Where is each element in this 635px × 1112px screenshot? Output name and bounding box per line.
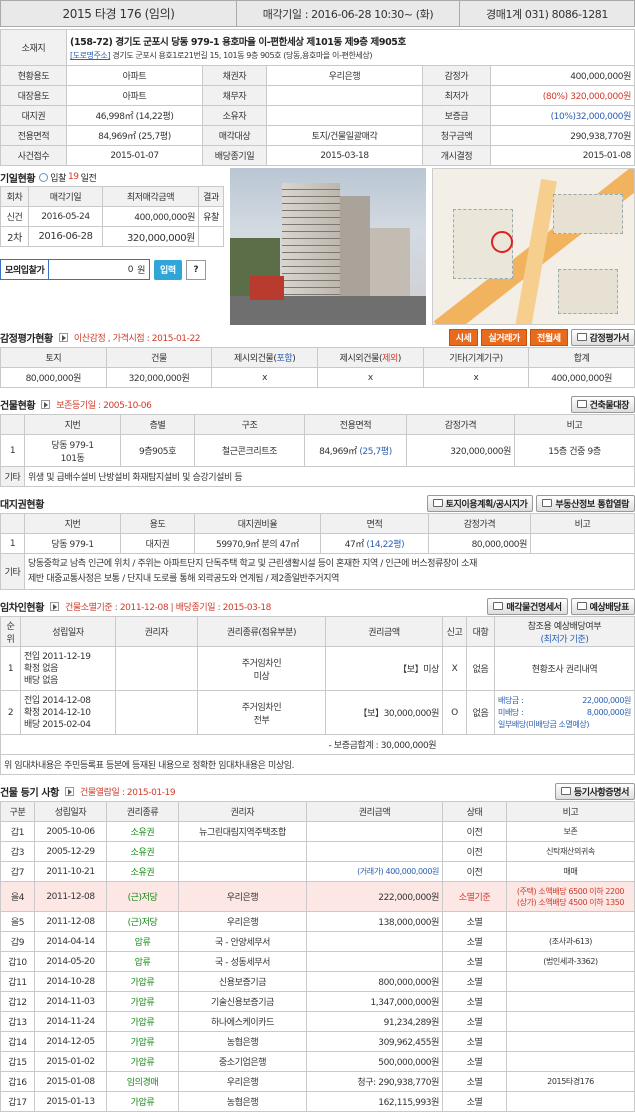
table-row: 갑9 2014-04-14 압류 국 - 안양세무서 소멸 (조사과-613) <box>0 931 635 952</box>
col-round: 회차 <box>0 186 29 207</box>
table-row: 을4 2011-12-08 (근)저당 우리은행 222,000,000원 소멸기준 (주택… <box>0 881 635 912</box>
tenant-title: 임차인현황 <box>0 602 45 614</box>
table-row: 갑12 2014-11-03 가압류 기술신용보증기금 1,347,000,000원 소멸 <box>0 991 635 1012</box>
registry-note: 건물열람일 : 2015-01-19 <box>79 787 176 798</box>
appraisal-report-button[interactable]: 감정평가서 <box>570 328 635 346</box>
col-min-price: 최저매각금액 <box>102 186 199 207</box>
sale-spec-button[interactable]: 매각물건명세서 <box>487 597 568 615</box>
triangle-icon <box>50 601 60 611</box>
document-icon <box>576 400 587 408</box>
auction-title: 기일현황 <box>0 173 36 185</box>
registry-header: 건물 등기 사항 건물열람일 : 2015-01-19 등기사항증명서 <box>0 781 635 801</box>
bid-suffix: 일전 <box>80 173 97 184</box>
document-icon <box>432 499 443 507</box>
document-icon <box>576 602 587 610</box>
appraisal-note: 이산감정 , 가격시점 : 2015-01-22 <box>73 333 201 344</box>
case-number: 2015 타경 176 (임의) <box>0 0 237 27</box>
sale-date: 매각기일 : 2016-06-28 10:30~ (화) <box>236 0 460 27</box>
table-row: 갑3 2005-12-29 소유권 이전 신탁재산의귀속 <box>0 841 635 862</box>
tenant-table: 순위 성립일자 권리자 권리종류(점유부분) 권리금액 신고 대항 참조용 예상배당여부 (최저… <box>0 616 635 775</box>
registry-title: 건물 등기 사항 <box>0 787 59 799</box>
building-note: 보존등기일 : 2005-10-06 <box>56 400 152 411</box>
mock-bid-unit: 원 <box>137 266 145 276</box>
table-row: 갑17 2015-01-13 가압류 농협은행 162,115,993원 소멸 <box>0 1091 635 1112</box>
mock-bid-input[interactable]: 0 <box>49 265 137 275</box>
map-marker-icon <box>491 231 513 253</box>
info-row: 사건접수 2015-01-07 배당종기일 2015-03-18 개시결정 2015-01… <box>0 145 635 166</box>
document-icon <box>576 333 587 341</box>
table-row: 신건 2016-05-24 400,000,000원 유찰 <box>0 206 224 227</box>
table-row: 1 당동 979-1 101동 9층905호 철근콘크리트조 84,969㎡ (2… <box>0 434 635 467</box>
table-row: 갑13 2014-11-24 가압류 하나에스케이카드 91,234,289원 소멸 <box>0 1011 635 1032</box>
court-dept: 경매1계 031) 8086-1281 <box>459 0 635 27</box>
real-trade-button[interactable]: 실거래가 <box>481 328 527 346</box>
triangle-icon <box>41 399 51 409</box>
document-icon <box>560 787 571 795</box>
location-map[interactable] <box>432 168 635 325</box>
triangle-icon <box>64 786 74 796</box>
tenant-footer: 위 임대차내용은 주민등록표 등본에 등재된 내용으로 정확한 임대차내용은 미… <box>0 754 635 775</box>
market-price-button[interactable]: 시세 <box>448 328 479 346</box>
table-row: 1 전입 2011-12-19 확정 없음 배당 없음 주거임차인 미상 【보】미상 … <box>0 646 635 691</box>
info-row: 대지권 46,998㎡ (14,22평) 소유자 보증금 (10%)32,000,000… <box>0 105 635 126</box>
document-icon <box>493 602 504 610</box>
info-row: 대장용도 아파트 채무자 최저가 (80%) 320,000,000원 <box>0 85 635 106</box>
tenant-note: 건물소멸기준 : 2011-12-08 | 배당종기일 : 2015-03-18 <box>65 602 271 613</box>
building-photo[interactable] <box>230 168 426 325</box>
road-address: 경기도 군포시 용호1로21번길 15, 101동 9층 905호 (당동,용호… <box>112 51 373 60</box>
property-info-table: 소재지 (158-72) 경기도 군포시 당동 979-1 용호마을 이-편한세… <box>0 29 635 166</box>
land-table: 지번 용도 대지권비율 면적 감정가격 비고 1 당동 979-1 대지권 59970,9㎡ 분… <box>0 513 635 590</box>
appraisal-title: 감정평가현황 <box>0 333 53 345</box>
help-button[interactable]: ? <box>185 259 206 280</box>
address-main: (158-72) 경기도 군포시 당동 979-1 용호마을 이-편한세상 제1… <box>70 37 406 48</box>
table-row: 갑1 2005-10-06 소유권 뉴그린대림지역주택조합 이전 보존 <box>0 821 635 842</box>
table-row: 2 전입 2014-12-08 확정 2014-12-10 배당 2015-02-0… <box>0 690 635 735</box>
appraisal-table: 토지 건물 제시외건물(포함) 제시외건물(제외) 기타(기계기구) 합계 80,0… <box>0 347 635 388</box>
info-row: 전용면적 84,969㎡ (25,7평) 매각대상 토지/건물일괄매각 청구금액 290,… <box>0 125 635 146</box>
table-row: 갑16 2015-01-08 임의경매 우리은행 청구: 290,938,770원 소멸 2… <box>0 1071 635 1092</box>
table-row: 80,000,000원 320,000,000원 x x x 400,000,000원 <box>0 367 635 388</box>
building-register-button[interactable]: 건축물대장 <box>570 395 635 413</box>
mock-bid-submit-button[interactable]: 입력 <box>154 259 182 280</box>
land-use-plan-button[interactable]: 토지이용계획/공시지가 <box>426 494 534 512</box>
auction-rounds-table: 회차 매각기일 최저매각금액 결과 신건 2016-05-24 400,000,000원 유… <box>0 186 224 247</box>
land-title: 대지권현황 <box>0 499 45 511</box>
triangle-icon <box>58 332 68 342</box>
col-result: 결과 <box>198 186 224 207</box>
appraisal-header: 감정평가현황 이산감정 , 가격시점 : 2015-01-22 시세 실거래가 전월세… <box>0 327 635 347</box>
road-address-link[interactable]: [도로명주소] <box>70 51 111 60</box>
rent-button[interactable]: 전월세 <box>529 328 568 346</box>
document-icon <box>542 499 553 507</box>
registry-table: 구분 성립일자 권리종류 권리자 권리금액 상태 비고 갑1 2005-10-06 소유권 뉴그린… <box>0 801 635 1112</box>
auction-section: 기일현황 입찰 19 일전 회차 매각기일 최저매각금액 결과 신건 2016-05-24 4… <box>0 168 635 325</box>
table-row: 1 당동 979-1 대지권 59970,9㎡ 분의 47㎡ 47㎡ (14,22평) 8… <box>0 533 635 554</box>
table-row: 갑11 2014-10-28 가압류 신용보증기금 800,000,000원 소멸 <box>0 971 635 992</box>
bid-days: 19 <box>67 172 79 182</box>
case-header: 2015 타경 176 (임의) 매각기일 : 2016-06-28 10:30… <box>0 0 635 27</box>
building-title: 건물현황 <box>0 400 36 412</box>
clock-icon <box>39 172 49 182</box>
mock-bid-label: 모의입찰가 <box>1 260 50 279</box>
col-date: 매각기일 <box>28 186 103 207</box>
table-row: 갑14 2014-12-05 가압류 농협은행 309,962,455원 소멸 <box>0 1031 635 1052</box>
building-header: 건물현황 보존등기일 : 2005-10-06 건축물대장 <box>0 394 635 414</box>
table-row: 을5 2011-12-08 (근)저당 우리은행 138,000,000원 소멸 <box>0 911 635 932</box>
tenant-header: 임차인현황 건물소멸기준 : 2011-12-08 | 배당종기일 : 2015-… <box>0 596 635 616</box>
real-estate-info-button[interactable]: 부동산정보 통합열람 <box>536 494 635 512</box>
info-row: 현황용도 아파트 채권자 우리은행 감정가 400,000,000원 <box>0 65 635 86</box>
table-row: 2차 2016-06-28 320,000,000원 <box>0 226 224 247</box>
table-row: 갑10 2014-05-20 압류 국 - 성동세무서 소멸 (법인세과-3362) <box>0 951 635 972</box>
address-label: 소재지 <box>0 29 67 66</box>
registry-cert-button[interactable]: 등기사항증명서 <box>554 782 635 800</box>
expected-dividend-button[interactable]: 예상배당표 <box>570 597 635 615</box>
table-row: 갑15 2015-01-02 가압류 중소기업은행 500,000,000원 소멸 <box>0 1051 635 1072</box>
table-row: 갑7 2011-10-21 소유권 (거래가) 400,000,000원 이전 매매 <box>0 861 635 882</box>
building-table: 지번 층별 구조 전용면적 감정가격 비고 1 당동 979-1 101동 9층905호 철… <box>0 414 635 487</box>
land-header: 대지권현황 토지이용계획/공시지가 부동산정보 통합열람 <box>0 493 635 513</box>
bid-label: 입찰 <box>50 173 66 184</box>
